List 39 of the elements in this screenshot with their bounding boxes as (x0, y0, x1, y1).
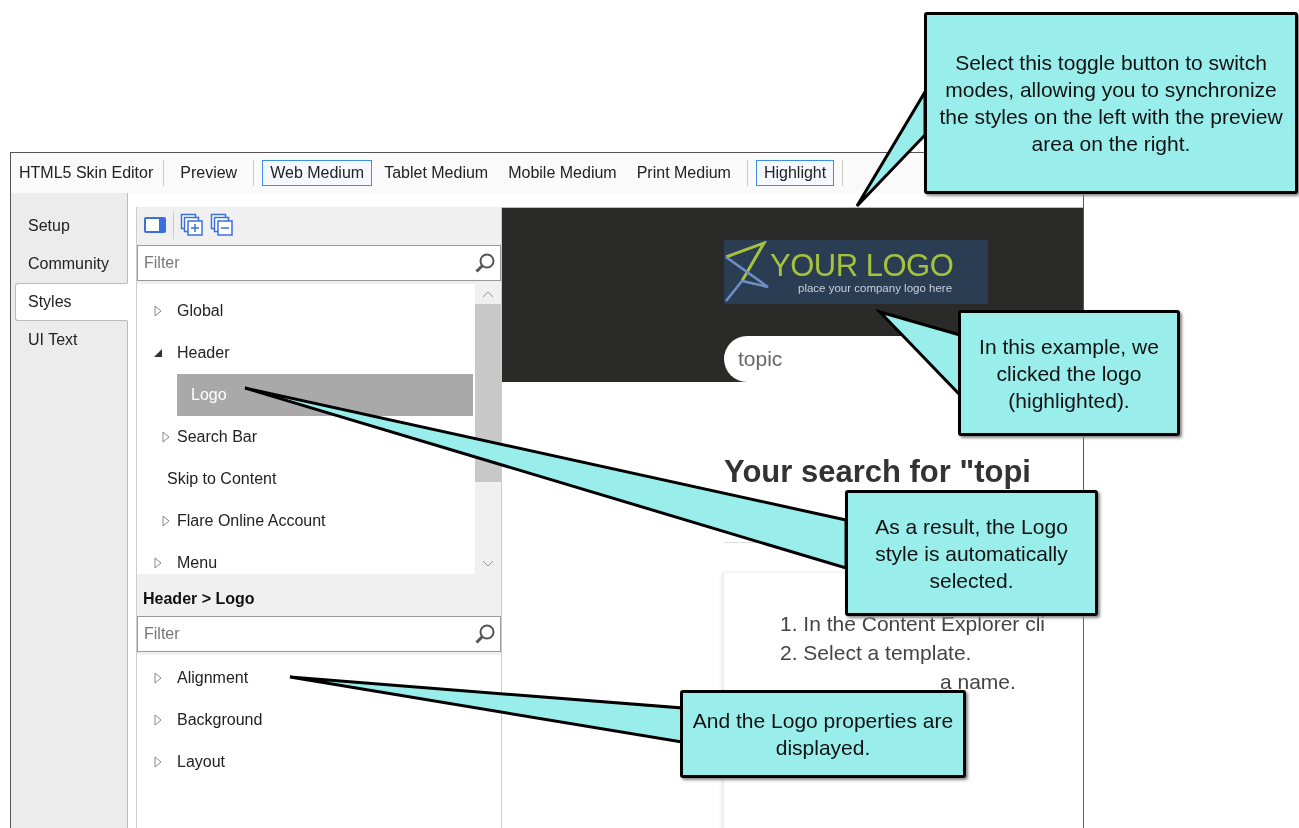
filter-field[interactable]: Filter (137, 616, 501, 652)
toolbar-button[interactable]: Mobile Medium (500, 160, 625, 186)
panel-icon[interactable] (143, 215, 167, 235)
callout-box: And the Logo properties are displayed. (680, 690, 966, 778)
search-icon (474, 623, 496, 645)
logo-title: YOUR LOGO (770, 250, 954, 282)
toolbar-button[interactable]: Web Medium (262, 160, 373, 186)
search-icon (474, 252, 496, 274)
list-item: 2. Select a template. (780, 640, 973, 666)
tree-item[interactable]: Flare Online Account (137, 500, 473, 542)
callout-box: As a result, the Logo style is automatically selected. (845, 490, 1098, 616)
editor-title: HTML5 Skin Editor (18, 164, 155, 182)
logo-tagline: place your company logo here (798, 282, 954, 294)
logo-banner[interactable]: YOUR LOGO place your company logo here (724, 240, 988, 304)
side-tab[interactable]: Community (15, 245, 127, 283)
toolbar-button[interactable]: Tablet Medium (376, 160, 497, 186)
scroll-up-icon[interactable] (482, 290, 494, 298)
toolbar-button[interactable]: Highlight (755, 160, 835, 186)
property-item[interactable]: Background (137, 699, 499, 741)
toolbar-button[interactable]: Print Medium (628, 160, 739, 186)
scroll-down-icon[interactable] (482, 560, 494, 568)
side-tab[interactable]: Setup (15, 207, 127, 245)
side-tab[interactable]: UI Text (15, 321, 127, 359)
toolbar-button[interactable]: Preview (172, 160, 246, 186)
tree-item[interactable]: Global (137, 290, 473, 332)
tree-item[interactable]: Menu (137, 542, 473, 584)
side-tab[interactable]: Styles (15, 283, 128, 321)
property-item[interactable]: Alignment (137, 657, 499, 699)
filter-field[interactable]: Filter (137, 245, 501, 281)
breadcrumb: Header > Logo (142, 589, 256, 609)
property-item[interactable]: Layout (137, 741, 499, 783)
logo-drawing (724, 241, 770, 303)
scrollbar[interactable] (475, 284, 501, 574)
expander-icon[interactable] (153, 347, 163, 359)
tree-item[interactable]: Header (137, 332, 473, 374)
tree-item[interactable]: Skip to Content (137, 458, 473, 500)
results-heading: Your search for "topi (724, 454, 1032, 490)
collapse-all-icon[interactable] (210, 213, 234, 237)
expand-all-icon[interactable] (180, 213, 204, 237)
